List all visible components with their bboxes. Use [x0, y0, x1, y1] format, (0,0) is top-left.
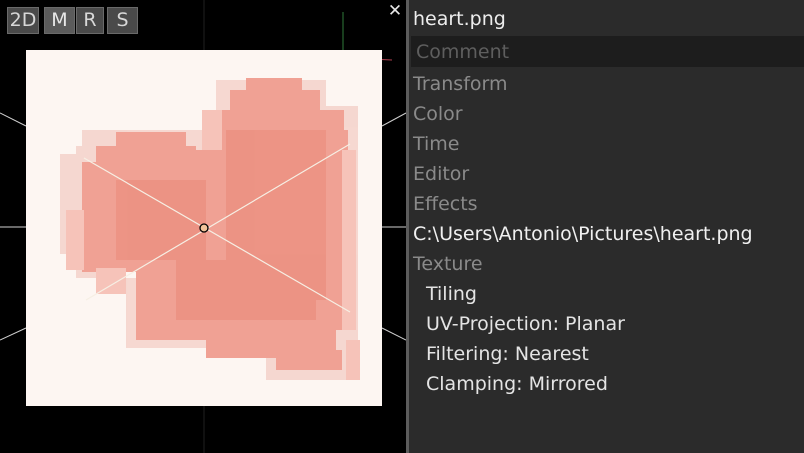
- close-icon[interactable]: ✕: [385, 1, 405, 21]
- file-title: heart.png: [413, 8, 506, 30]
- section-effects[interactable]: Effects: [413, 189, 478, 219]
- mode-m-button[interactable]: M: [44, 7, 75, 34]
- texture-tiling[interactable]: Tiling: [426, 279, 477, 309]
- mode-r-button[interactable]: R: [76, 7, 104, 34]
- file-path[interactable]: C:\Users\Antonio\Pictures\heart.png: [413, 219, 753, 249]
- texture-filtering[interactable]: Filtering: Nearest: [426, 339, 589, 369]
- texture-viewport[interactable]: 2D M R S ✕: [0, 0, 406, 453]
- properties-panel: heart.png Transform Color Time Editor Ef…: [409, 0, 804, 453]
- texture-uv-projection[interactable]: UV-Projection: Planar: [426, 309, 625, 339]
- section-editor[interactable]: Editor: [413, 159, 469, 189]
- texture-clamping[interactable]: Clamping: Mirrored: [426, 369, 608, 399]
- section-transform[interactable]: Transform: [413, 69, 508, 99]
- section-color[interactable]: Color: [413, 99, 463, 129]
- mode-2d-button[interactable]: 2D: [7, 7, 39, 34]
- comment-field[interactable]: [411, 36, 804, 67]
- mode-s-button[interactable]: S: [107, 7, 138, 34]
- section-time[interactable]: Time: [413, 129, 460, 159]
- section-texture[interactable]: Texture: [413, 249, 483, 279]
- pivot-icon[interactable]: [198, 222, 210, 234]
